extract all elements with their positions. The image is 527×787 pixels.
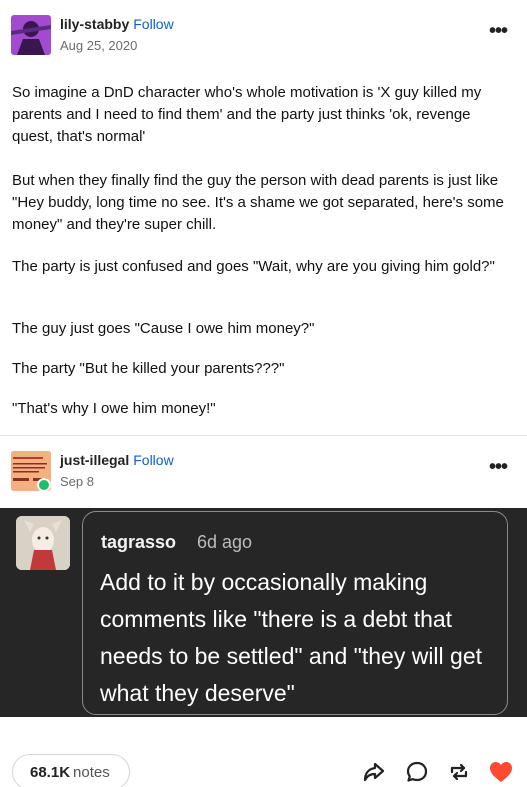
- reply-icon[interactable]: [405, 760, 429, 784]
- post-username[interactable]: lily-stabby: [60, 16, 129, 32]
- more-options-icon[interactable]: •••: [489, 457, 508, 477]
- comment-text: Add to it by occasionally making comment…: [100, 569, 483, 706]
- post-paragraph: So imagine a DnD character who's whole m…: [12, 84, 482, 145]
- like-heart-icon[interactable]: [488, 760, 514, 784]
- comment-screenshot: tagrasso 6d ago Add to it by occasionall…: [0, 508, 527, 717]
- post-header: lily-stabby Follow Aug 25, 2020 •••: [0, 0, 527, 70]
- post-paragraph: The party is just confused and goes "Wai…: [12, 258, 495, 275]
- notes-button[interactable]: 68.1K notes: [12, 754, 130, 787]
- reblog-username[interactable]: just-illegal: [60, 452, 129, 468]
- follow-button[interactable]: Follow: [133, 16, 173, 32]
- avatar-image: [16, 516, 70, 570]
- comment-bubble: tagrasso 6d ago Add to it by occasionall…: [82, 511, 508, 715]
- avatar[interactable]: [11, 15, 51, 55]
- reblog-author: just-illegal Follow: [60, 452, 174, 468]
- reblog-date: Sep 8: [60, 474, 94, 489]
- divider: [0, 435, 527, 436]
- post-date: Aug 25, 2020: [60, 38, 138, 53]
- share-icon[interactable]: [362, 760, 386, 784]
- follow-button[interactable]: Follow: [133, 452, 173, 468]
- comment-time: 6d ago: [197, 532, 253, 552]
- notes-label: notes: [73, 764, 110, 781]
- post-paragraph: "That's why I owe him money!": [12, 400, 216, 417]
- comment-username: tagrasso: [101, 532, 177, 552]
- commenter-avatar: [16, 516, 70, 570]
- notes-count: 68.1K: [30, 764, 71, 781]
- post-author: lily-stabby Follow: [60, 16, 174, 32]
- post-paragraph: The party "But he killed your parents???…: [12, 360, 285, 377]
- avatar-image: [11, 15, 51, 55]
- more-options-icon[interactable]: •••: [489, 21, 508, 41]
- post-paragraph: But when they finally find the guy the p…: [12, 172, 504, 233]
- post-paragraph: The guy just goes "Cause I owe him money…: [12, 320, 315, 337]
- verified-badge-icon: [37, 478, 51, 492]
- reblog-icon[interactable]: [447, 760, 471, 784]
